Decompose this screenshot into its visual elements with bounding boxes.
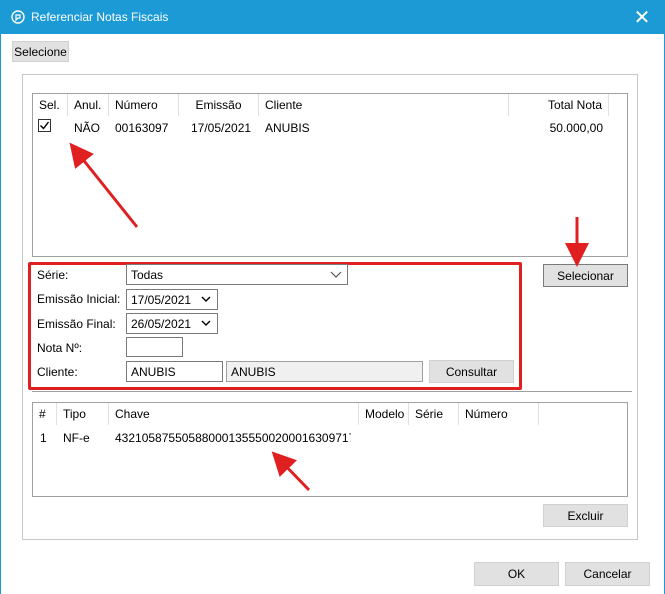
col-header-filler [539,403,627,425]
chevron-down-icon [201,296,211,302]
ok-label: OK [507,567,526,581]
serie-label: Série: [37,268,69,282]
excluir-button[interactable]: Excluir [543,504,628,527]
cancelar-button[interactable]: Cancelar [565,562,650,586]
nota-label: Nota Nº: [37,341,83,355]
selecione-label: Selecione [14,44,67,59]
col-header-numero[interactable]: Número [459,403,539,425]
close-icon: ✕ [633,6,651,29]
emissao-inicial-label: Emissão Inicial: [37,292,121,306]
col-header-tipo[interactable]: Tipo [57,403,109,425]
cliente-code-input[interactable]: ANUBIS [126,361,223,382]
col-header-cliente[interactable]: Cliente [259,94,509,116]
col-header-serie[interactable]: Série [409,403,459,425]
table-row[interactable]: 1 NF-e 432105875505880001355500200016309… [33,425,627,445]
row-total: 50.000,00 [549,121,603,135]
table-row[interactable]: NÃO 00163097 17/05/2021 ANUBIS 50.000,00 [33,116,627,136]
chevron-down-icon [330,271,342,278]
app-icon [11,10,25,24]
chevron-down-icon [201,320,211,326]
col-header-emissao[interactable]: Emissão [179,94,259,116]
ref-chave: 43210587550588000135550020001630971​71..… [115,431,351,445]
close-button[interactable]: ✕ [619,0,665,34]
emissao-inicial-value: 17/05/2021 [131,292,192,307]
col-header-anul[interactable]: Anul. [68,94,109,116]
col-header-index[interactable]: # [33,403,57,425]
title-bar: Referenciar Notas Fiscais ✕ [0,0,665,34]
refs-grid[interactable]: # Tipo Chave Modelo Série Número 1 NF-e … [32,402,628,497]
row-cliente: ANUBIS [265,121,310,135]
emissao-final-value: 26/05/2021 [131,316,192,331]
col-header-modelo[interactable]: Modelo [359,403,409,425]
col-header-total[interactable]: Total Nota [509,94,609,116]
selecione-button[interactable]: Selecione [12,41,69,62]
row-anul: NÃO [74,121,101,135]
col-header-numero[interactable]: Número [109,94,179,116]
emissao-final-datepicker[interactable]: 26/05/2021 [126,313,218,334]
row-checkbox-icon[interactable] [38,119,51,132]
selecionar-button[interactable]: Selecionar [543,264,628,287]
cancelar-label: Cancelar [583,567,632,581]
separator [32,391,632,392]
emissao-final-label: Emissão Final: [37,317,116,331]
window-border-left [0,34,1,594]
cliente-name-field: ANUBIS [226,361,423,382]
notes-grid[interactable]: Sel. Anul. Número Emissão Cliente Total … [32,93,628,257]
nota-input[interactable] [126,337,183,357]
ref-index: 1 [40,431,47,445]
ok-button[interactable]: OK [474,562,559,586]
col-header-chave[interactable]: Chave [109,403,359,425]
row-emissao: 17/05/2021 [191,121,252,135]
selecionar-label: Selecionar [557,268,614,283]
ref-tipo: NF-e [63,431,90,445]
emissao-inicial-datepicker[interactable]: 17/05/2021 [126,289,218,310]
consultar-label: Consultar [445,364,498,379]
row-numero: 00163097 [115,121,169,135]
consultar-button[interactable]: Consultar [429,360,514,383]
excluir-label: Excluir [567,508,604,523]
col-header-filler [609,94,627,116]
col-header-sel[interactable]: Sel. [33,94,68,116]
serie-value: Todas [131,267,164,282]
window-title: Referenciar Notas Fiscais [31,10,169,24]
cliente-label: Cliente: [37,365,78,379]
serie-select[interactable]: Todas [126,264,348,285]
